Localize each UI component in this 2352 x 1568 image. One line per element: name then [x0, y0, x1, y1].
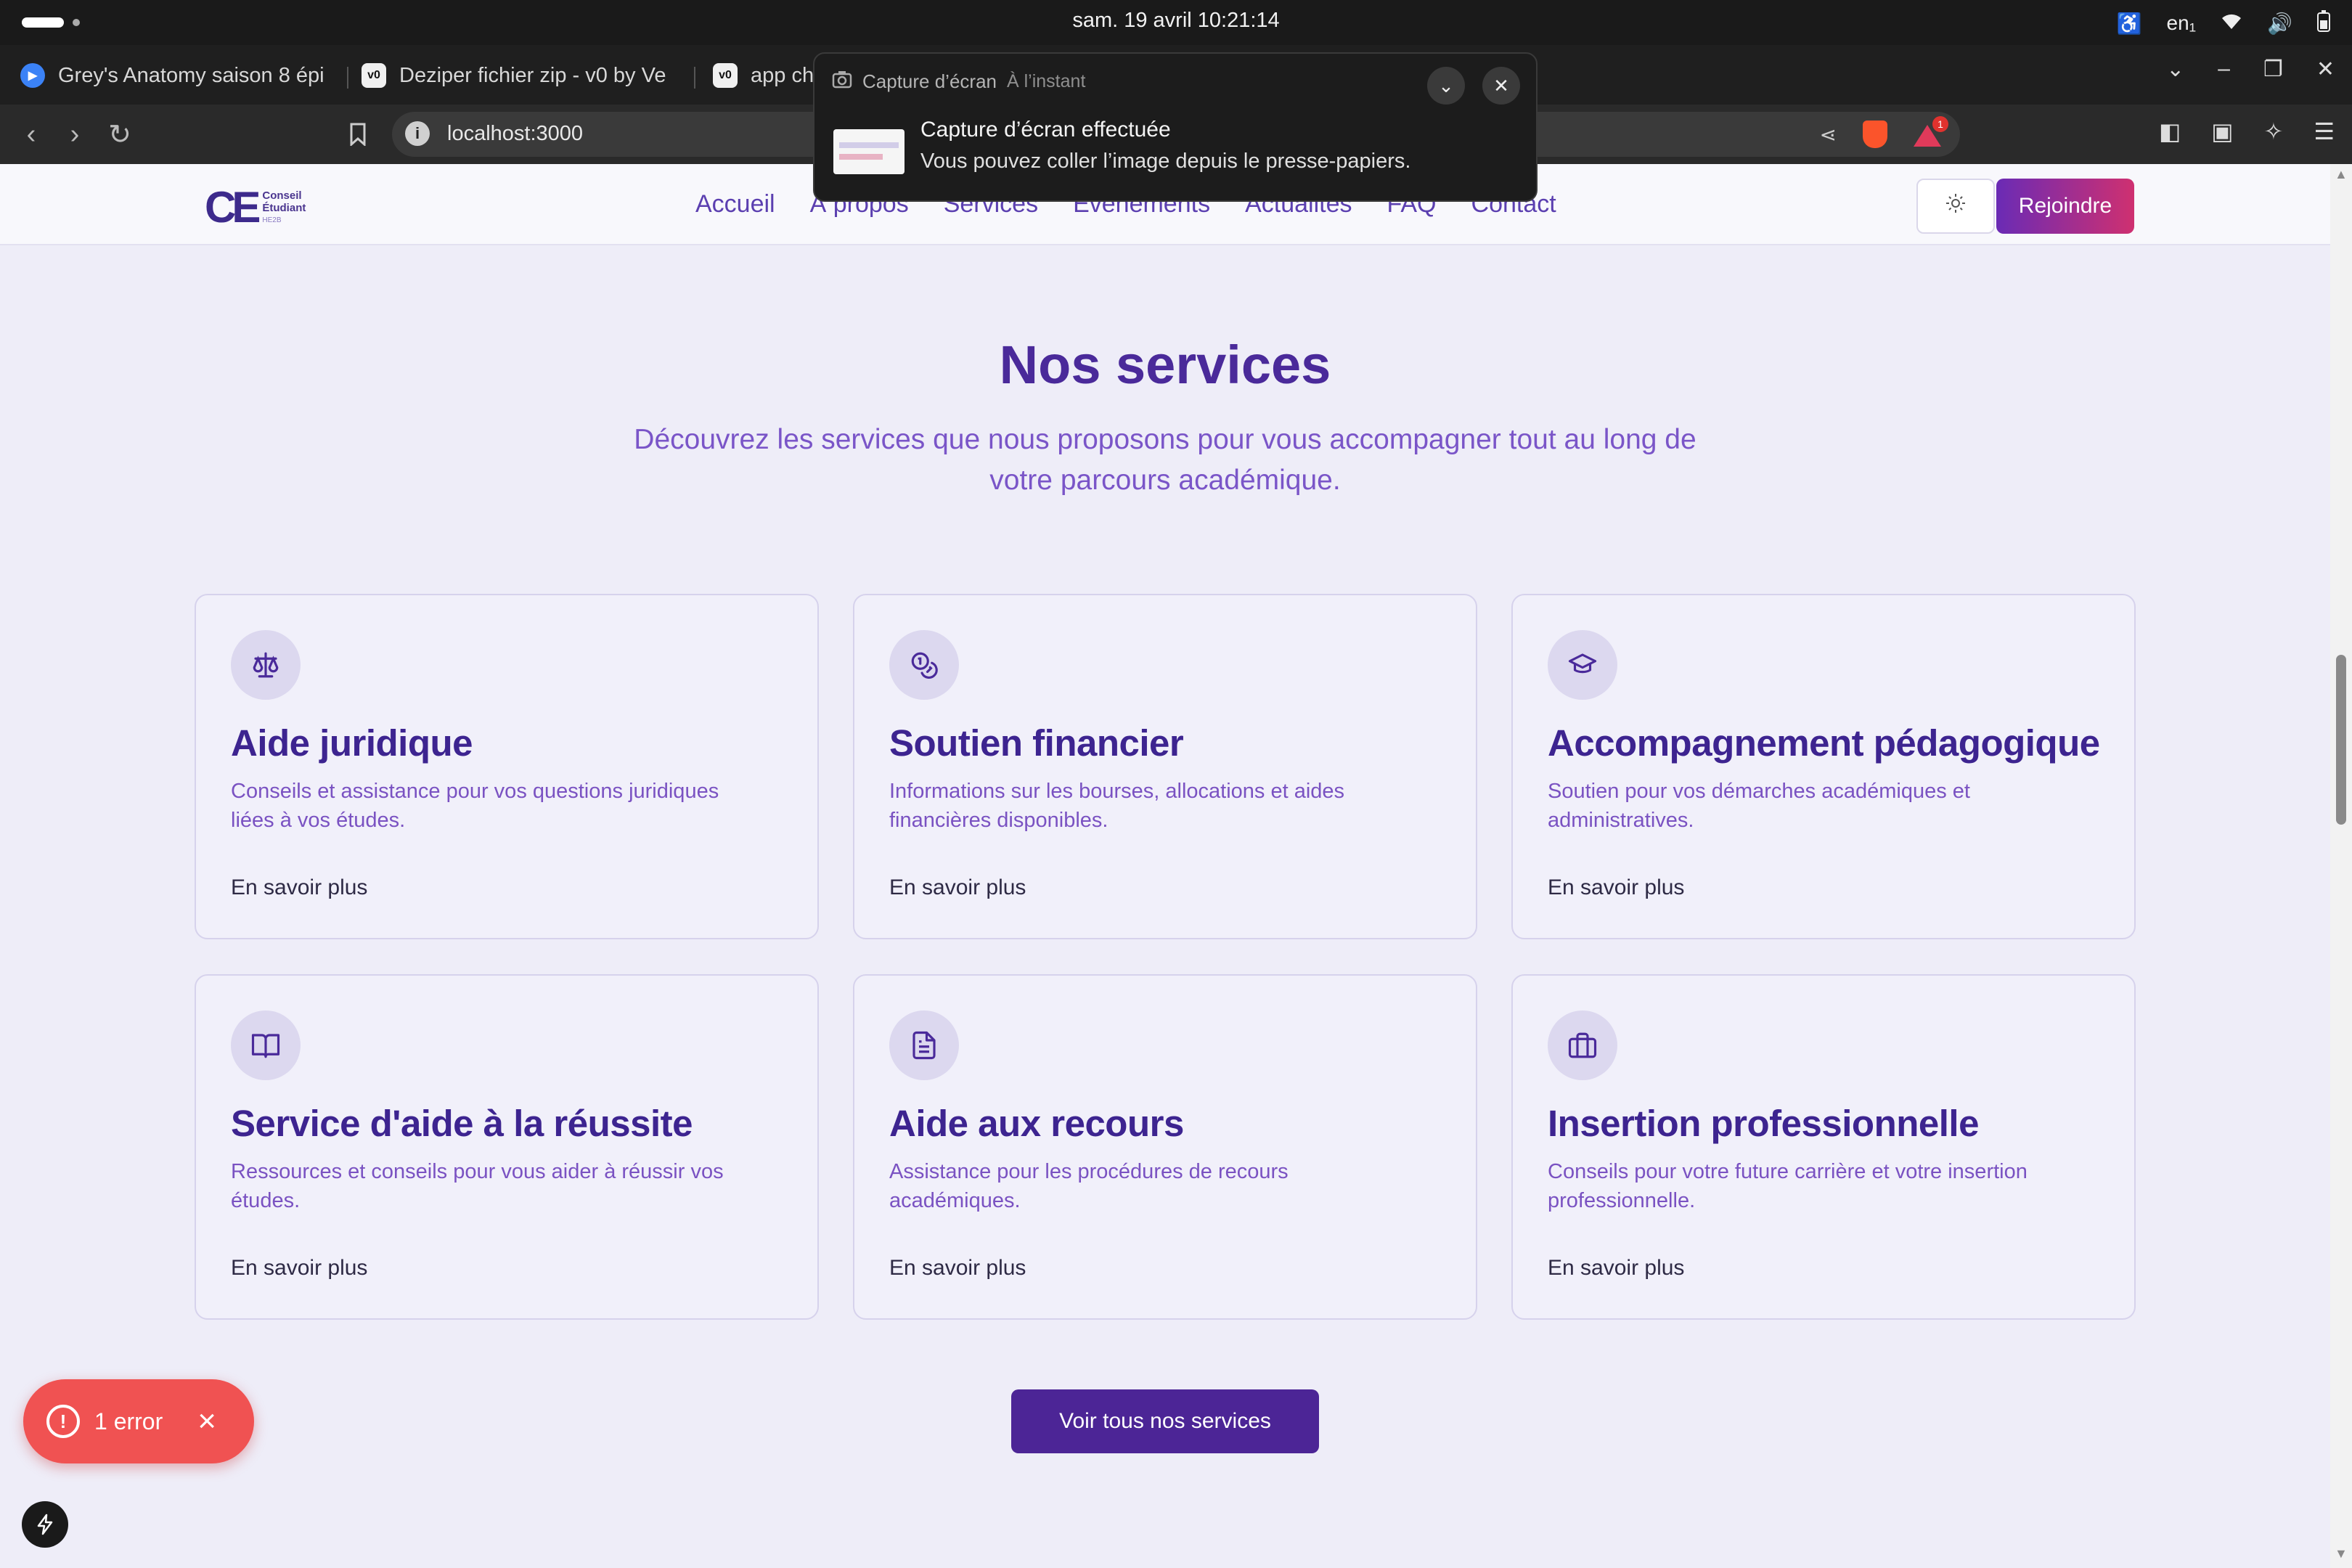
bookmark-icon[interactable]	[341, 118, 375, 151]
volume-icon[interactable]: 🔊	[2267, 12, 2292, 36]
system-clock[interactable]: sam. 19 avril 10:21:14	[944, 9, 1408, 33]
tab-title: Grey's Anatomy saison 8 épi	[58, 63, 324, 87]
learn-more-link[interactable]: En savoir plus	[1548, 875, 1684, 900]
services-subtitle: Découvrez les services que nous proposon…	[634, 424, 1696, 496]
minimize-icon[interactable]: –	[2218, 57, 2230, 82]
site-info-icon[interactable]: i	[405, 121, 430, 146]
play-icon: ▶	[20, 63, 45, 88]
brave-shields-icon[interactable]	[1863, 121, 1887, 148]
service-card-aide-recours[interactable]: Aide aux recours Assistance pour les pro…	[853, 974, 1477, 1320]
card-description: Conseils et assistance pour vos question…	[231, 780, 719, 832]
theme-toggle-button[interactable]	[1916, 179, 1995, 234]
card-title: Aide aux recours	[889, 1103, 1184, 1144]
all-services-button[interactable]: Voir tous nos services	[1011, 1389, 1319, 1453]
book-open-icon	[231, 1010, 301, 1080]
logo-line1: Conseil	[262, 189, 302, 202]
sidebar-toggle-icon[interactable]: ◧	[2159, 118, 2181, 145]
accessibility-icon[interactable]: ♿	[2117, 12, 2142, 36]
card-description: Ressources et conseils pour vous aider à…	[231, 1160, 724, 1212]
menu-icon[interactable]: ☰	[2314, 118, 2335, 145]
tab-app[interactable]: v0 app ch	[713, 55, 829, 96]
service-card-aide-juridique[interactable]: Aide juridique Conseils et assistance po…	[195, 594, 819, 939]
alert-circle-icon: !	[46, 1405, 80, 1438]
page-scrollbar[interactable]: ▲ ▼	[2330, 164, 2352, 1568]
scroll-down-arrow-icon[interactable]: ▼	[2335, 1546, 2348, 1561]
service-card-insertion-professionnelle[interactable]: Insertion professionnelle Conseils pour …	[1511, 974, 2136, 1320]
battery-icon[interactable]	[2317, 9, 2330, 37]
v0-icon: v0	[713, 63, 738, 88]
service-card-accompagnement-pedagogique[interactable]: Accompagnement pédagogique Soutien pour …	[1511, 594, 2136, 939]
tab-separator	[694, 67, 695, 89]
leo-ai-icon[interactable]: ✧	[2264, 118, 2284, 145]
sun-icon	[1945, 192, 1967, 220]
graduation-cap-icon	[1548, 630, 1617, 700]
close-window-icon[interactable]: ✕	[2316, 57, 2335, 82]
screenshot-app-icon	[832, 70, 852, 94]
learn-more-link[interactable]: En savoir plus	[889, 1256, 1026, 1281]
learn-more-link[interactable]: En savoir plus	[1548, 1256, 1684, 1281]
service-card-aide-reussite[interactable]: Service d'aide à la réussite Ressources …	[195, 974, 819, 1320]
tab-separator	[347, 67, 348, 89]
site-logo[interactable]: CE Conseil Étudiant HE2B	[205, 186, 306, 229]
logo-mark: CE	[205, 183, 261, 232]
scroll-thumb[interactable]	[2336, 655, 2346, 825]
workspace-dot	[73, 19, 80, 26]
learn-more-link[interactable]: En savoir plus	[889, 875, 1026, 900]
error-indicator[interactable]: ! 1 error ×	[23, 1379, 254, 1463]
services-title: Nos services	[999, 335, 1331, 395]
v0-icon: v0	[362, 63, 386, 88]
forward-arrow-icon[interactable]: ›	[58, 118, 91, 151]
notification-body: Vous pouvez coller l’image depuis le pre…	[920, 150, 1411, 173]
system-top-bar: sam. 19 avril 10:21:14 ♿ en₁ 🔊	[0, 0, 2352, 45]
share-icon[interactable]: ⋖	[1820, 123, 1837, 147]
nav-accueil[interactable]: Accueil	[695, 190, 775, 219]
notification-app-name: Capture d’écran	[862, 70, 997, 92]
lightning-icon[interactable]	[22, 1501, 68, 1548]
notification-time: À l’instant	[1007, 71, 1086, 91]
reload-icon[interactable]: ↻	[103, 118, 136, 151]
join-button[interactable]: Rejoindre	[1996, 179, 2134, 234]
tab-deziper[interactable]: v0 Deziper fichier zip - v0 by Ve	[362, 55, 674, 96]
keyboard-language[interactable]: en₁	[2167, 12, 2197, 35]
close-notification-icon[interactable]: ✕	[1482, 67, 1520, 105]
card-description: Informations sur les bourses, allocation…	[889, 780, 1345, 832]
notification-header: Capture d’écran À l’instant	[832, 70, 1085, 94]
service-card-soutien-financier[interactable]: Soutien financier Informations sur les b…	[853, 594, 1477, 939]
expand-chevron-icon[interactable]: ⌄	[1427, 67, 1465, 105]
notification-title: Capture d’écran effectuée	[920, 118, 1171, 142]
tab-greys-anatomy[interactable]: ▶ Grey's Anatomy saison 8 épi	[20, 55, 332, 96]
coins-icon	[889, 630, 959, 700]
file-text-icon	[889, 1010, 959, 1080]
close-error-icon[interactable]: ×	[197, 1405, 216, 1437]
card-title: Accompagnement pédagogique	[1548, 722, 2100, 764]
learn-more-link[interactable]: En savoir plus	[231, 1256, 367, 1281]
learn-more-link[interactable]: En savoir plus	[231, 875, 367, 900]
tab-list-chevron-icon[interactable]: ⌄	[2166, 57, 2184, 82]
wallet-icon[interactable]: ▣	[2211, 118, 2233, 145]
card-title: Service d'aide à la réussite	[231, 1103, 693, 1144]
back-arrow-icon[interactable]: ‹	[15, 118, 48, 151]
maximize-icon[interactable]: ❐	[2263, 57, 2283, 82]
logo-line3: HE2B	[262, 216, 282, 224]
card-title: Insertion professionnelle	[1548, 1103, 1979, 1144]
activities-indicator[interactable]	[22, 17, 64, 28]
card-description: Assistance pour les procédures de recour…	[889, 1160, 1289, 1212]
wifi-icon[interactable]	[2221, 12, 2242, 36]
scale-icon	[231, 630, 301, 700]
error-count: 1 error	[94, 1408, 163, 1434]
card-title: Soutien financier	[889, 722, 1184, 764]
logo-line2: Étudiant	[262, 201, 306, 214]
card-title: Aide juridique	[231, 722, 473, 764]
card-description: Soutien pour vos démarches académiques e…	[1548, 780, 1970, 832]
card-description: Conseils pour votre future carrière et v…	[1548, 1160, 2028, 1212]
tab-title: app ch	[751, 63, 814, 87]
scroll-up-arrow-icon[interactable]: ▲	[2335, 167, 2348, 182]
brave-rewards-icon[interactable]: 1	[1914, 116, 1948, 147]
tab-title: Deziper fichier zip - v0 by Ve	[399, 63, 666, 87]
briefcase-icon	[1548, 1010, 1617, 1080]
screenshot-notification[interactable]: Capture d’écran À l’instant ⌄ ✕ Capture …	[813, 52, 1538, 202]
url-text[interactable]: localhost:3000	[447, 122, 583, 146]
screenshot-thumbnail[interactable]	[833, 129, 905, 174]
